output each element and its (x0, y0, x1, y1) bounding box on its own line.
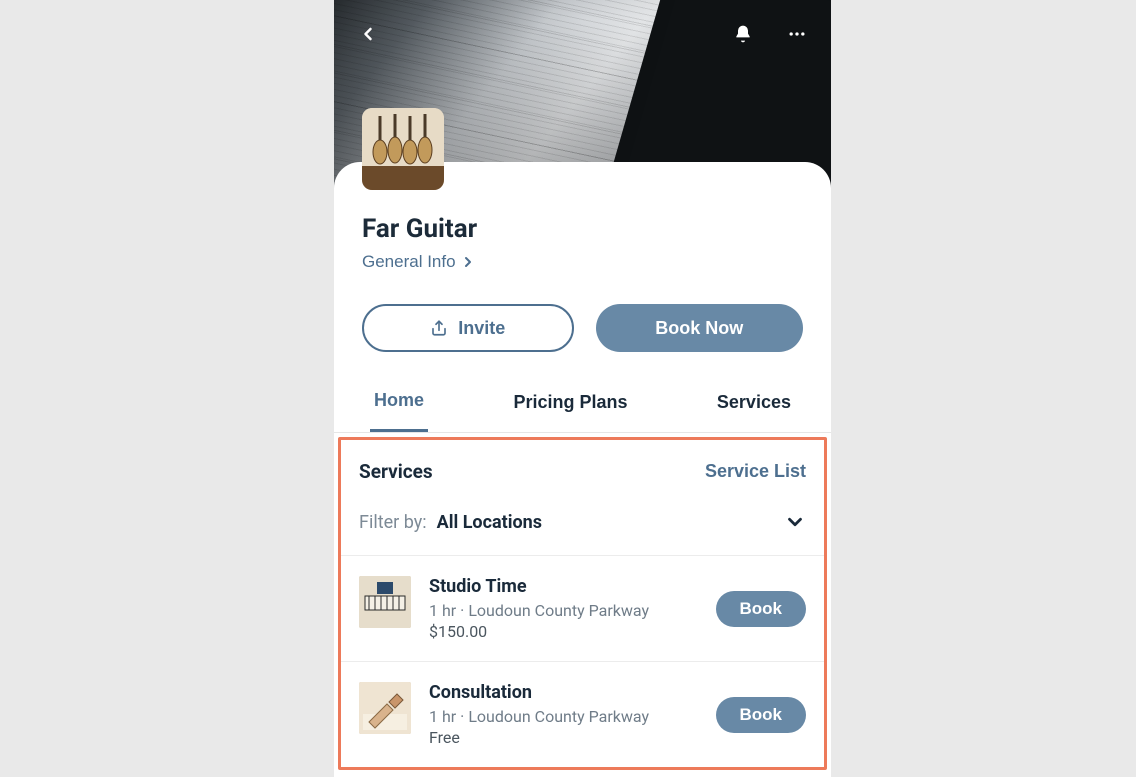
invite-button[interactable]: Invite (362, 304, 574, 352)
chevron-right-icon (460, 254, 476, 270)
book-now-button[interactable]: Book Now (596, 304, 804, 352)
service-price: Free (429, 728, 698, 747)
share-icon (430, 319, 448, 337)
service-item: Consultation 1 hr · Loudoun County Parkw… (341, 662, 824, 767)
profile-card: Far Guitar General Info Invite Book Now … (334, 162, 831, 770)
cta-row: Invite Book Now (334, 272, 831, 352)
service-thumbnail (359, 576, 411, 628)
filter-row[interactable]: Filter by: All Locations (341, 495, 824, 556)
service-name: Studio Time (429, 576, 698, 597)
phone-frame: Far Guitar General Info Invite Book Now … (334, 0, 831, 777)
book-now-label: Book Now (655, 318, 743, 339)
filter-value: All Locations (437, 512, 542, 533)
service-thumbnail (359, 682, 411, 734)
tab-bar: Home Pricing Plans Services (334, 352, 831, 433)
notifications-button[interactable] (727, 18, 759, 50)
general-info-link[interactable]: General Info (362, 252, 476, 272)
service-list-link[interactable]: Service List (705, 461, 806, 482)
header-right-icons (727, 18, 813, 50)
app-stage: Far Guitar General Info Invite Book Now … (0, 0, 1136, 777)
services-section-highlight: Services Service List Filter by: All Loc… (338, 437, 827, 770)
service-name: Consultation (429, 682, 698, 703)
service-info: Consultation 1 hr · Loudoun County Parkw… (429, 682, 698, 747)
more-horizontal-icon (787, 22, 807, 46)
consultation-thumb-image (359, 682, 411, 734)
back-button[interactable] (352, 18, 384, 50)
service-meta: 1 hr · Loudoun County Parkway (429, 707, 698, 726)
filter-left: Filter by: All Locations (359, 512, 542, 533)
avatar-image (362, 108, 444, 190)
bell-icon (733, 23, 753, 45)
more-button[interactable] (781, 18, 813, 50)
tab-home[interactable]: Home (370, 380, 428, 432)
studio-thumb-image (359, 576, 411, 628)
chevron-left-icon (358, 23, 378, 45)
avatar (362, 108, 444, 190)
services-header: Services Service List (341, 440, 824, 495)
hero-topbar (334, 18, 831, 50)
invite-label: Invite (458, 318, 505, 339)
chevron-down-icon (784, 511, 806, 533)
book-button[interactable]: Book (716, 591, 807, 627)
filter-label: Filter by: (359, 512, 427, 533)
services-heading: Services (359, 460, 433, 483)
general-info-label: General Info (362, 252, 456, 272)
service-meta: 1 hr · Loudoun County Parkway (429, 601, 698, 620)
book-button[interactable]: Book (716, 697, 807, 733)
service-price: $150.00 (429, 622, 698, 641)
tab-services[interactable]: Services (713, 380, 795, 432)
general-info-row: General Info (334, 244, 831, 272)
tab-pricing-plans[interactable]: Pricing Plans (509, 380, 631, 432)
service-item: Studio Time 1 hr · Loudoun County Parkwa… (341, 556, 824, 662)
service-info: Studio Time 1 hr · Loudoun County Parkwa… (429, 576, 698, 641)
